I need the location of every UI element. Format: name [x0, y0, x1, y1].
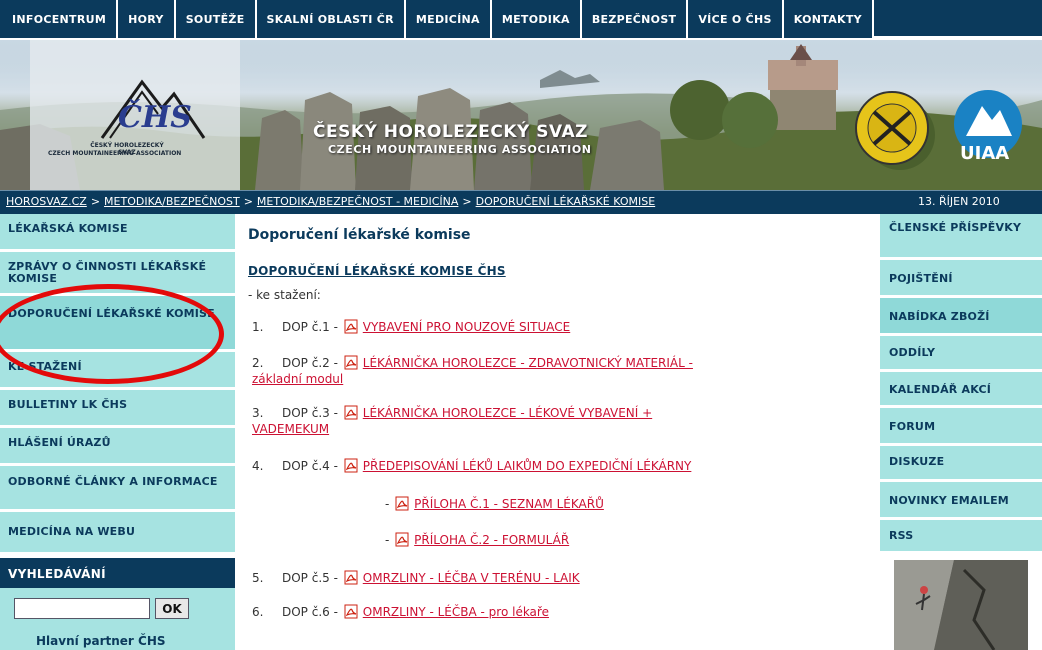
sidebar-item-diskuze[interactable]: DISKUZE — [880, 446, 1042, 482]
download-label: - ke stažení: — [248, 288, 321, 302]
doc-link-4[interactable]: PŘEDEPISOVÁNÍ LÉKŮ LAIKŮM DO EXPEDIČNÍ L… — [363, 459, 692, 473]
breadcrumb-separator: > — [243, 195, 253, 208]
current-date: 13. ŘÍJEN 2010 — [918, 195, 1000, 208]
sidebar-item-lekarska-komise[interactable]: LÉKAŘSKÁ KOMISE — [0, 214, 235, 252]
search-heading: VYHLEDÁVÁNÍ — [0, 558, 235, 588]
breadcrumb-home[interactable]: HOROSVAZ.CZ — [6, 195, 87, 208]
topnav-hory[interactable]: HORY — [118, 0, 176, 38]
chs-logo-letters: ČHS — [118, 100, 192, 135]
sidebar-item-bulletiny[interactable]: BULLETINY LK ČHS — [0, 390, 235, 428]
breadcrumb-separator: > — [90, 195, 101, 208]
sidebar-item-nabidka-zbozi[interactable]: NABÍDKA ZBOŽÍ — [880, 298, 1042, 336]
pdf-icon — [344, 570, 358, 585]
list-number: 2. — [252, 356, 264, 370]
pdf-icon — [344, 604, 358, 619]
breadcrumb-links: HOROSVAZ.CZ > METODIKA/BEZPEČNOST > METODIKA… — [6, 195, 854, 208]
sidebar-item-kalendar-akci[interactable]: KALENDÁŘ AKCÍ — [880, 372, 1042, 408]
sidebar-item-doporuceni[interactable]: DOPORUČENÍ LÉKAŘSKÉ KOMISE — [0, 296, 235, 352]
list-item: 5. DOP č.5 - OMRZLINY - LÉČBA V TERÉNU - … — [252, 570, 852, 586]
uiaa-label: UIAA — [960, 143, 1010, 164]
doc-link-6[interactable]: OMRZLINY - LÉČBA - pro lékaře — [363, 605, 549, 619]
list-item: 3. DOP č.3 - LÉKÁRNIČKA HOROLEZCE - LÉKOV… — [252, 405, 852, 437]
climbing-photo-image — [894, 560, 1028, 650]
sidebar-item-odborne-clanky[interactable]: ODBORNÉ ČLÁNKY A INFORMACE — [0, 466, 235, 512]
doc-link-1[interactable]: VYBAVENÍ PRO NOUZOVÉ SITUACE — [363, 320, 570, 334]
sidebar-item-rss[interactable]: RSS — [880, 520, 1042, 554]
sidebar-item-hlaseni-urazu[interactable]: HLÁŠENÍ ÚRAZŮ — [0, 428, 235, 466]
list-item: 4. DOP č.4 - PŘEDEPISOVÁNÍ LÉKŮ LAIKŮM DO… — [252, 458, 852, 474]
logo-subtitle-en: CZECH MOUNTAINEERING ASSOCIATION — [48, 150, 182, 157]
sidebar-item-pojisteni[interactable]: POJIŠTĚNÍ — [880, 260, 1042, 298]
doc-link-3-continuation[interactable]: VADEMEKUM — [252, 422, 329, 436]
left-sidebar: LÉKAŘSKÁ KOMISE ZPRÁVY O ČINNOSTI LÉKAŘS… — [0, 214, 235, 650]
topnav-skalni-oblasti[interactable]: SKALNÍ OBLASTI ČR — [256, 0, 406, 38]
list-number: 3. — [252, 406, 264, 420]
list-item: 2. DOP č.2 - LÉKÁRNIČKA HOROLEZCE - ZDRAV… — [252, 355, 852, 387]
doc-prefix: DOP č.3 - — [282, 406, 338, 420]
sidebar-item-clenske-prispevky[interactable]: ČLENSKÉ PŘÍSPĚVKY — [880, 214, 1042, 260]
doc-link-2-continuation[interactable]: základní modul — [252, 372, 343, 386]
breadcrumb-current[interactable]: DOPORUČENÍ LÉKAŘSKÉ KOMISE — [476, 195, 656, 208]
topnav-souteze[interactable]: SOUTĚŽE — [175, 0, 257, 38]
doc-prefix: DOP č.1 - — [282, 320, 338, 334]
sidebar-item-medicina-na-webu[interactable]: MEDICÍNA NA WEBU — [0, 512, 235, 555]
search-input[interactable] — [14, 598, 150, 619]
topnav-kontakty[interactable]: KONTAKTY — [783, 0, 874, 38]
list-item: 6. DOP č.6 - OMRZLINY - LÉČBA - pro lékař… — [252, 604, 852, 620]
topnav-medicina[interactable]: MEDICÍNA — [405, 0, 492, 38]
sidebar-item-forum[interactable]: FORUM — [880, 408, 1042, 446]
climbing-photo[interactable] — [894, 560, 1028, 650]
attachment-item: - PŘÍLOHA Č.2 - FORMULÁŘ — [385, 532, 569, 547]
pdf-icon — [344, 405, 358, 420]
sidebar-item-novinky-emailem[interactable]: NOVINKY EMAILEM — [880, 482, 1042, 520]
doc-link-2[interactable]: LÉKÁRNIČKA HOROLEZCE - ZDRAVOTNICKÝ MATE… — [363, 356, 693, 370]
attachment-link-1[interactable]: PŘÍLOHA Č.1 - SEZNAM LÉKAŘŮ — [414, 497, 604, 511]
doc-prefix: DOP č.4 - — [282, 459, 338, 473]
topnav-vice-o-chs[interactable]: VÍCE O ČHS — [688, 0, 784, 38]
top-navigation: INFOCENTRUM HORY SOUTĚŽE SKALNÍ OBLASTI … — [0, 0, 1042, 38]
main-partner-label: Hlavní partner ČHS — [36, 634, 166, 648]
sidebar-item-oddily[interactable]: ODDÍLY — [880, 336, 1042, 372]
doc-prefix: DOP č.5 - — [282, 571, 338, 585]
attachment-prefix: - — [385, 497, 390, 511]
breadcrumb-separator: > — [462, 195, 472, 208]
attachment-prefix: - — [385, 533, 390, 547]
doc-link-5[interactable]: OMRZLINY - LÉČBA V TERÉNU - LAIK — [363, 571, 580, 585]
list-number: 5. — [252, 571, 264, 585]
banner-subtitle: CZECH MOUNTAINEERING ASSOCIATION — [328, 143, 592, 156]
pdf-icon — [395, 532, 409, 547]
topnav-metodika[interactable]: METODIKA — [491, 0, 582, 38]
doc-prefix: DOP č.6 - — [282, 605, 338, 619]
breadcrumb: HOROSVAZ.CZ > METODIKA/BEZPEČNOST > METODIKA… — [0, 190, 1042, 214]
breadcrumb-medicina[interactable]: METODIKA/BEZPEČNOST - MEDICÍNA — [257, 195, 458, 208]
attachment-link-2[interactable]: PŘÍLOHA Č.2 - FORMULÁŘ — [414, 533, 569, 547]
doc-prefix: DOP č.2 - — [282, 356, 338, 370]
search-panel: OK Hlavní partner ČHS — [0, 588, 235, 650]
right-sidebar: ČLENSKÉ PŘÍSPĚVKY POJIŠTĚNÍ NABÍDKA ZBOŽ… — [880, 214, 1042, 650]
banner-title: ČESKÝ HOROLEZECKÝ SVAZ — [313, 122, 588, 142]
search-ok-button[interactable]: OK — [155, 598, 189, 619]
sidebar-item-ke-stazeni[interactable]: KE STAŽENÍ — [0, 352, 235, 390]
pdf-icon — [344, 355, 358, 370]
sidebar-item-zpravy[interactable]: ZPRÁVY O ČINNOSTI LÉKAŘSKÉ KOMISE — [0, 252, 235, 296]
pdf-icon — [344, 319, 358, 334]
attachment-item: - PŘÍLOHA Č.1 - SEZNAM LÉKAŘŮ — [385, 496, 604, 511]
list-number: 4. — [252, 459, 264, 473]
list-number: 1. — [252, 320, 264, 334]
page-title: Doporučení lékařské komise — [248, 227, 471, 243]
breadcrumb-metodika[interactable]: METODIKA/BEZPEČNOST — [104, 195, 240, 208]
pdf-icon — [395, 496, 409, 511]
list-number: 6. — [252, 605, 264, 619]
list-item: 1. DOP č.1 - VYBAVENÍ PRO NOUZOVÉ SITUACE — [252, 319, 852, 335]
doc-link-3[interactable]: LÉKÁRNIČKA HOROLEZCE - LÉKOVÉ VYBAVENÍ + — [363, 406, 652, 420]
topnav-infocentrum[interactable]: INFOCENTRUM — [0, 0, 119, 38]
section-heading-link[interactable]: DOPORUČENÍ LÉKAŘSKÉ KOMISE ČHS — [248, 264, 506, 278]
pdf-icon — [344, 458, 358, 473]
topnav-bezpecnost[interactable]: BEZPEČNOST — [581, 0, 689, 38]
main-content: Doporučení lékařské komise DOPORUČENÍ LÉ… — [235, 214, 880, 650]
